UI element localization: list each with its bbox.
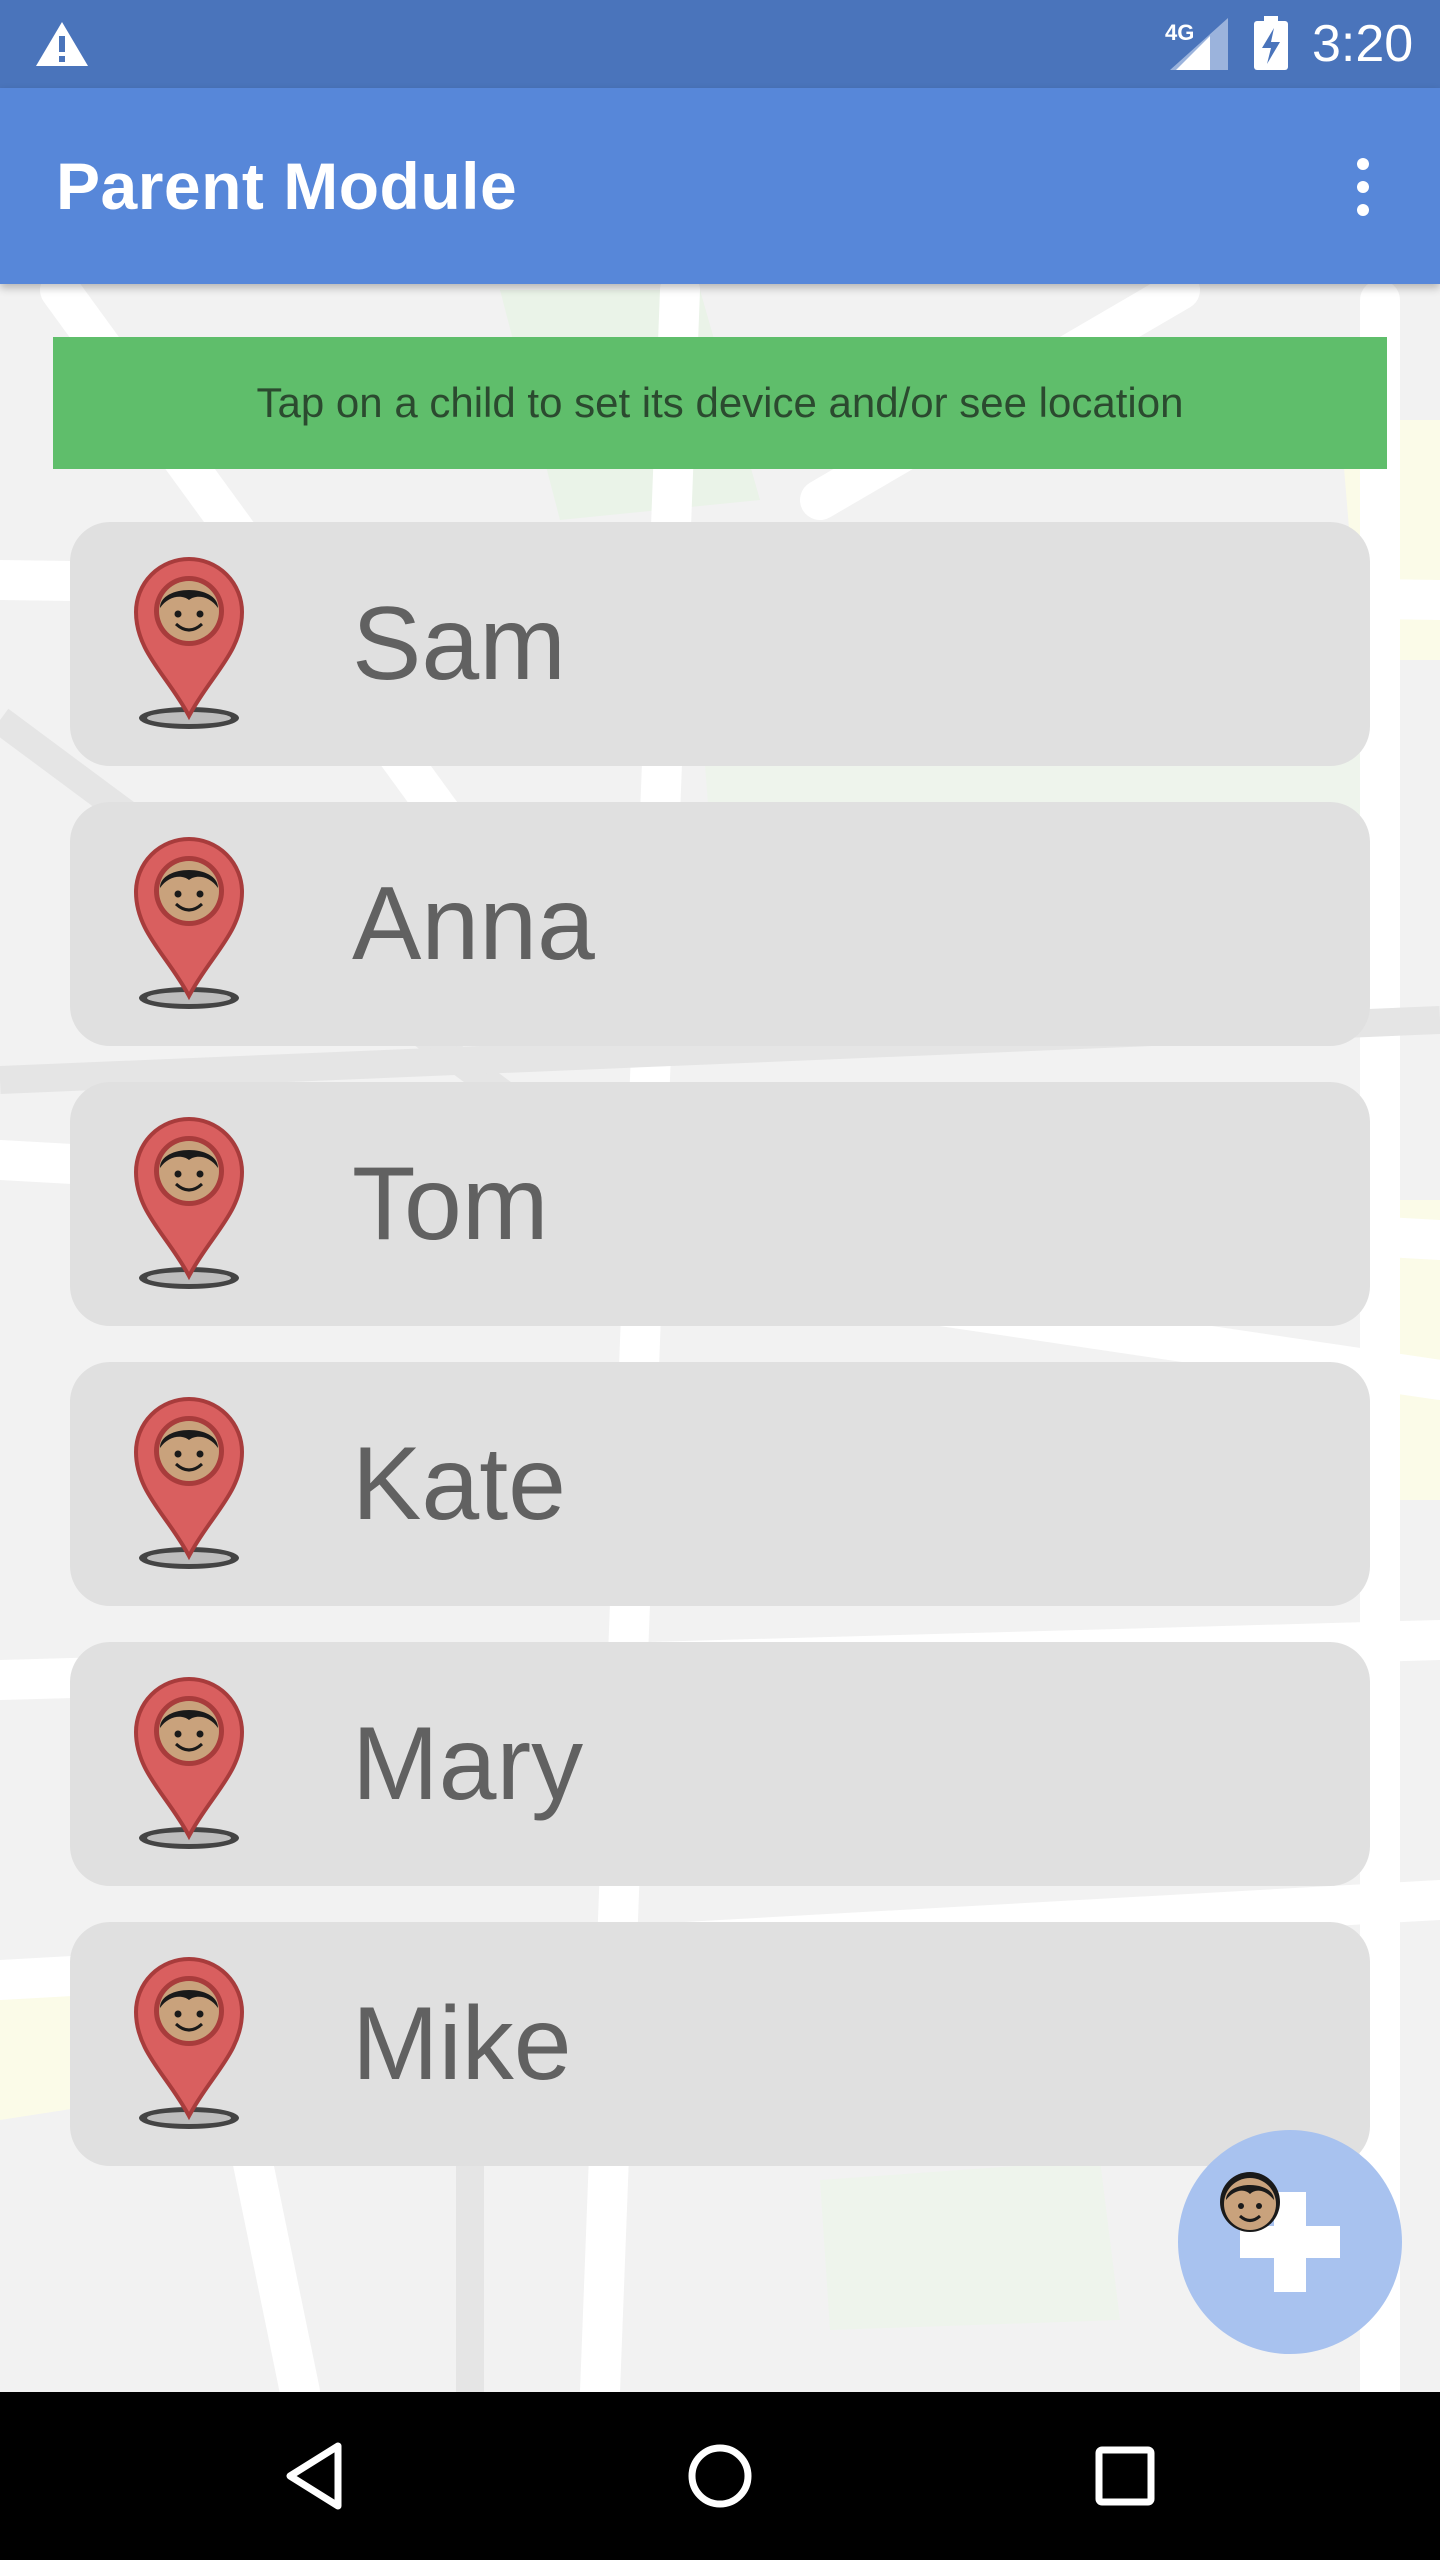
- child-name: Mary: [352, 1706, 584, 1822]
- app-bar: Parent Module: [0, 88, 1440, 284]
- child-name: Tom: [352, 1146, 549, 1262]
- signal-icon: [1170, 18, 1228, 70]
- home-circle-icon[interactable]: [680, 2436, 760, 2516]
- child-row-mary[interactable]: Mary: [70, 1642, 1370, 1886]
- status-bar: 4G 3:20: [0, 0, 1440, 88]
- child-location-pin-icon: [134, 557, 244, 731]
- add-child-button[interactable]: [1178, 2130, 1402, 2354]
- back-triangle-icon[interactable]: [278, 2436, 358, 2516]
- more-vert-icon[interactable]: [1338, 152, 1388, 222]
- child-location-pin-icon: [134, 1957, 244, 2131]
- child-name: Mike: [352, 1986, 572, 2102]
- child-name: Sam: [352, 586, 566, 702]
- child-face-icon: [1220, 2172, 1280, 2232]
- info-banner: Tap on a child to set its device and/or …: [53, 337, 1387, 469]
- navigation-bar: [0, 2392, 1440, 2560]
- info-banner-text: Tap on a child to set its device and/or …: [256, 379, 1184, 426]
- child-location-pin-icon: [134, 1397, 244, 1571]
- child-name: Anna: [352, 866, 595, 982]
- child-row-tom[interactable]: Tom: [70, 1082, 1370, 1326]
- child-row-kate[interactable]: Kate: [70, 1362, 1370, 1606]
- recents-square-icon[interactable]: [1085, 2436, 1165, 2516]
- child-row-sam[interactable]: Sam: [70, 522, 1370, 766]
- child-name: Kate: [352, 1426, 566, 1542]
- child-location-pin-icon: [134, 837, 244, 1011]
- child-row-anna[interactable]: Anna: [70, 802, 1370, 1046]
- warning-icon: [36, 22, 88, 66]
- child-location-pin-icon: [134, 1677, 244, 1851]
- app-title: Parent Module: [56, 149, 518, 223]
- clock: 3:20: [1312, 15, 1414, 73]
- child-row-mike[interactable]: Mike: [70, 1922, 1370, 2166]
- battery-charging-icon: [1254, 16, 1288, 70]
- child-location-pin-icon: [134, 1117, 244, 1291]
